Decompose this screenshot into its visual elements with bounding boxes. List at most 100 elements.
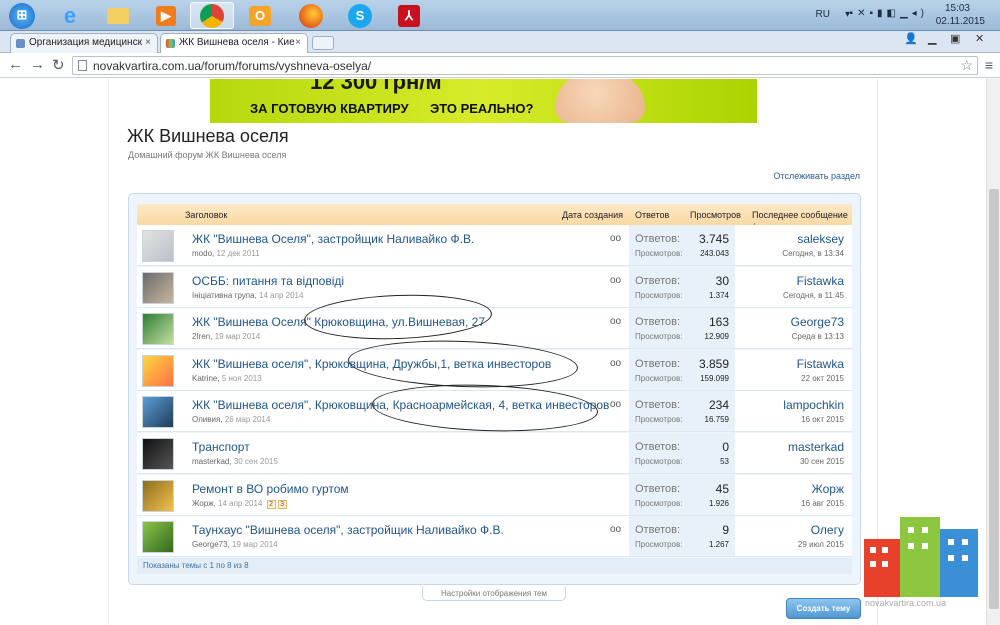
close-icon[interactable]: × [295, 37, 301, 48]
avatar[interactable] [142, 230, 174, 262]
page-icon [78, 60, 87, 71]
page-link[interactable]: 3 [277, 499, 287, 509]
url-field[interactable]: novakvartira.com.ua/forum/forums/vyshnev… [72, 56, 978, 75]
last-post-user[interactable]: Fistawka [797, 274, 844, 288]
display-settings-link[interactable]: Настройки отображения тем [422, 586, 566, 601]
col-views[interactable]: Просмотров [690, 210, 741, 220]
tab-forum[interactable]: ЖК Вишнева оселя - Кие × [160, 33, 308, 53]
glasses-icon: oo [610, 399, 622, 411]
clock-date[interactable]: 02.11.2015 [936, 16, 985, 27]
thread-author[interactable]: modo [192, 249, 212, 258]
thread-author[interactable]: Katrine [192, 374, 217, 383]
vertical-scrollbar[interactable] [986, 79, 1000, 625]
back-arrow-icon[interactable]: ← [8, 56, 23, 73]
watch-forum-link[interactable]: Отслеживать раздел [773, 171, 860, 181]
thread-title-link[interactable]: Таунхаус "Вишнева оселя", застройщик Нал… [192, 523, 504, 537]
col-date[interactable]: Дата создания [562, 210, 623, 220]
taskbar-outlook-button[interactable]: O [238, 2, 282, 29]
taskbar-skype-button[interactable]: S [338, 2, 382, 29]
last-post-user[interactable]: George73 [791, 315, 844, 329]
thread-date: 30 сен 2015 [233, 457, 278, 466]
views-count: 243.043 [700, 249, 729, 258]
thread-author[interactable]: Жорж [192, 499, 214, 508]
thread-author[interactable]: masterkad [192, 457, 229, 466]
reload-icon[interactable]: ↻ [52, 56, 65, 74]
thread-author[interactable]: Ініціативна група [192, 291, 255, 300]
replies-count: 3.859 [698, 356, 729, 371]
last-post-user[interactable]: Жорж [812, 482, 844, 496]
thread-title-link[interactable]: Транспорт [192, 440, 250, 454]
close-icon[interactable]: × [145, 37, 151, 48]
thread-author[interactable]: Оливия [192, 415, 220, 424]
last-post-user[interactable]: masterkad [788, 440, 844, 454]
tray-status-icons[interactable]: ▪✕▪▮◧▁◂) [850, 8, 928, 19]
avatar[interactable] [142, 396, 174, 429]
start-button[interactable]: ⊞ [2, 2, 42, 29]
minimize-icon[interactable]: ▁ [928, 32, 936, 45]
replies-count: 45 [715, 481, 729, 496]
col-replies[interactable]: Ответов [635, 210, 669, 220]
avatar[interactable] [142, 271, 174, 304]
last-post-date[interactable]: 22 окт 2015 [801, 374, 844, 383]
last-post-date[interactable]: 16 окт 2015 [801, 415, 844, 424]
adobe-reader-icon: ⅄ [398, 4, 420, 27]
thread-list-header: Заголовок Дата создания Ответов Просмотр… [137, 204, 852, 230]
language-indicator[interactable]: RU [816, 9, 830, 20]
taskbar-chrome-button[interactable] [190, 2, 234, 29]
last-post-date[interactable]: Сегодня, в 13:34 [782, 249, 844, 258]
restore-icon[interactable]: ▣ [950, 32, 960, 45]
taskbar-ie-button[interactable]: e [48, 2, 92, 29]
col-title[interactable]: Заголовок [185, 210, 227, 220]
avatar[interactable] [142, 438, 174, 470]
thread-title-link[interactable]: ЖК "Вишнева Оселя", застройщик Наливайко… [192, 232, 474, 246]
thread-author[interactable]: George73 [192, 540, 228, 549]
star-icon[interactable]: ☆ [960, 57, 973, 74]
thread-meta: modo, 12 дек 2011 [192, 249, 260, 258]
views-label: Просмотров: [635, 373, 683, 383]
page-title: ЖК Вишнева оселя [127, 126, 289, 146]
window-close-icon[interactable]: ✕ [975, 32, 984, 45]
page-link[interactable]: 2 [266, 499, 276, 509]
views-label: Просмотров: [635, 332, 683, 342]
last-post-date[interactable]: 29 июл 2015 [798, 540, 844, 549]
last-post-user[interactable]: lampochkin [783, 398, 844, 412]
taskbar-reader-button[interactable]: ⅄ [387, 2, 431, 29]
scrollbar-thumb[interactable] [989, 189, 999, 609]
clock-time[interactable]: 15:03 [945, 3, 970, 14]
thread-title-link[interactable]: Ремонт в ВО робимо гуртом [192, 482, 349, 496]
glasses-icon: oo [610, 274, 622, 286]
last-post-date[interactable]: Сегодня, в 11:45 [783, 291, 844, 300]
last-post-date[interactable]: 30 сен 2015 [800, 457, 844, 466]
views-count: 12.909 [704, 332, 729, 342]
glasses-icon: oo [610, 357, 622, 369]
menu-icon[interactable]: ≡ [985, 57, 993, 73]
last-post-date[interactable]: Среда в 13:13 [792, 332, 844, 341]
avatar[interactable] [142, 354, 174, 387]
thread-meta: George73, 19 мар 2014 [192, 540, 278, 550]
banner-left-text: ЗА ГОТОВУЮ КВАРТИРУ [250, 101, 409, 116]
avatar[interactable] [142, 479, 174, 512]
banner-right-text: ЭТО РЕАЛЬНО? [430, 101, 534, 116]
avatar[interactable] [142, 313, 174, 346]
thread-author[interactable]: 2Iren [192, 332, 210, 341]
ad-banner[interactable]: 12 300 грн/м ЗА ГОТОВУЮ КВАРТИРУ ЭТО РЕА… [210, 79, 757, 123]
tab-label: ЖК Вишнева оселя - Кие [179, 37, 295, 48]
taskbar-firefox-button[interactable] [289, 2, 333, 29]
last-post-user[interactable]: Fistawka [797, 357, 844, 371]
chrome-icon [200, 3, 224, 28]
last-post-date[interactable]: 16 авг 2015 [801, 499, 844, 508]
user-icon[interactable]: 👤 [904, 32, 918, 45]
taskbar-folder-button[interactable] [96, 2, 140, 29]
forward-arrow-icon[interactable]: → [30, 56, 45, 73]
create-thread-button[interactable]: Создать тему [786, 598, 861, 619]
taskbar-media-button[interactable]: ▶ [144, 2, 188, 29]
views-label: Просмотров: [635, 249, 683, 258]
thread-title-link[interactable]: ОСББ: питання та відповіді [192, 274, 344, 288]
page-viewport: 12 300 грн/м ЗА ГОТОВУЮ КВАРТИРУ ЭТО РЕА… [0, 79, 986, 625]
last-post-user[interactable]: Олегу [811, 523, 844, 537]
new-tab-button[interactable] [312, 36, 334, 50]
address-bar-row: ← → ↻ novakvartira.com.ua/forum/forums/v… [0, 53, 1000, 78]
last-post-user[interactable]: saleksey [797, 232, 844, 246]
avatar[interactable] [142, 521, 174, 554]
tab-medical[interactable]: Организация медицинск × [10, 33, 158, 53]
